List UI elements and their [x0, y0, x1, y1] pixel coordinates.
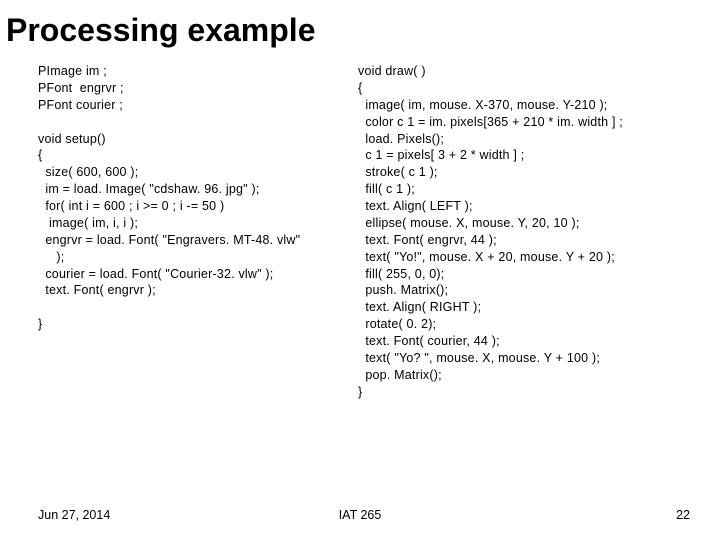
code-area: PImage im ;PFont engrvr ;PFont courier ;…	[0, 53, 720, 401]
code-line: image( im, mouse. X-370, mouse. Y-210 );	[358, 97, 688, 114]
left-code-column: PImage im ;PFont engrvr ;PFont courier ;…	[38, 63, 358, 401]
code-line: fill( 255, 0, 0);	[358, 266, 688, 283]
code-line: color c 1 = im. pixels[365 + 210 * im. w…	[358, 114, 688, 131]
code-line: );	[38, 249, 358, 266]
code-line: courier = load. Font( "Courier-32. vlw" …	[38, 266, 358, 283]
footer-date: Jun 27, 2014	[38, 508, 110, 522]
code-line: stroke( c 1 );	[358, 164, 688, 181]
code-line: fill( c 1 );	[358, 181, 688, 198]
code-line: for( int i = 600 ; i >= 0 ; i -= 50 )	[38, 198, 358, 215]
code-line: im = load. Image( "cdshaw. 96. jpg" );	[38, 181, 358, 198]
code-line	[38, 114, 358, 131]
code-line: void setup()	[38, 131, 358, 148]
code-line: engrvr = load. Font( "Engravers. MT-48. …	[38, 232, 358, 249]
code-line: {	[358, 80, 688, 97]
code-line: text( "Yo? ", mouse. X, mouse. Y + 100 )…	[358, 350, 688, 367]
code-line: text. Align( LEFT );	[358, 198, 688, 215]
code-line: text. Font( courier, 44 );	[358, 333, 688, 350]
code-line: {	[38, 147, 358, 164]
code-line: PFont engrvr ;	[38, 80, 358, 97]
code-line: void draw( )	[358, 63, 688, 80]
code-line: load. Pixels();	[358, 131, 688, 148]
code-line: }	[38, 316, 358, 333]
slide-title: Processing example	[0, 0, 720, 53]
footer-page: 22	[676, 508, 690, 522]
code-line: text. Align( RIGHT );	[358, 299, 688, 316]
code-line: pop. Matrix();	[358, 367, 688, 384]
code-line: text. Font( engrvr );	[38, 282, 358, 299]
code-line: ellipse( mouse. X, mouse. Y, 20, 10 );	[358, 215, 688, 232]
code-line: c 1 = pixels[ 3 + 2 * width ] ;	[358, 147, 688, 164]
code-line	[38, 299, 358, 316]
code-line: rotate( 0. 2);	[358, 316, 688, 333]
code-line: text. Font( engrvr, 44 );	[358, 232, 688, 249]
code-line: PImage im ;	[38, 63, 358, 80]
code-line: push. Matrix();	[358, 282, 688, 299]
code-line: PFont courier ;	[38, 97, 358, 114]
code-line: size( 600, 600 );	[38, 164, 358, 181]
code-line: }	[358, 384, 688, 401]
footer-course: IAT 265	[339, 508, 382, 522]
code-line: text( "Yo!", mouse. X + 20, mouse. Y + 2…	[358, 249, 688, 266]
footer: Jun 27, 2014 IAT 265 22	[0, 508, 720, 522]
right-code-column: void draw( ){ image( im, mouse. X-370, m…	[358, 63, 688, 401]
code-line: image( im, i, i );	[38, 215, 358, 232]
